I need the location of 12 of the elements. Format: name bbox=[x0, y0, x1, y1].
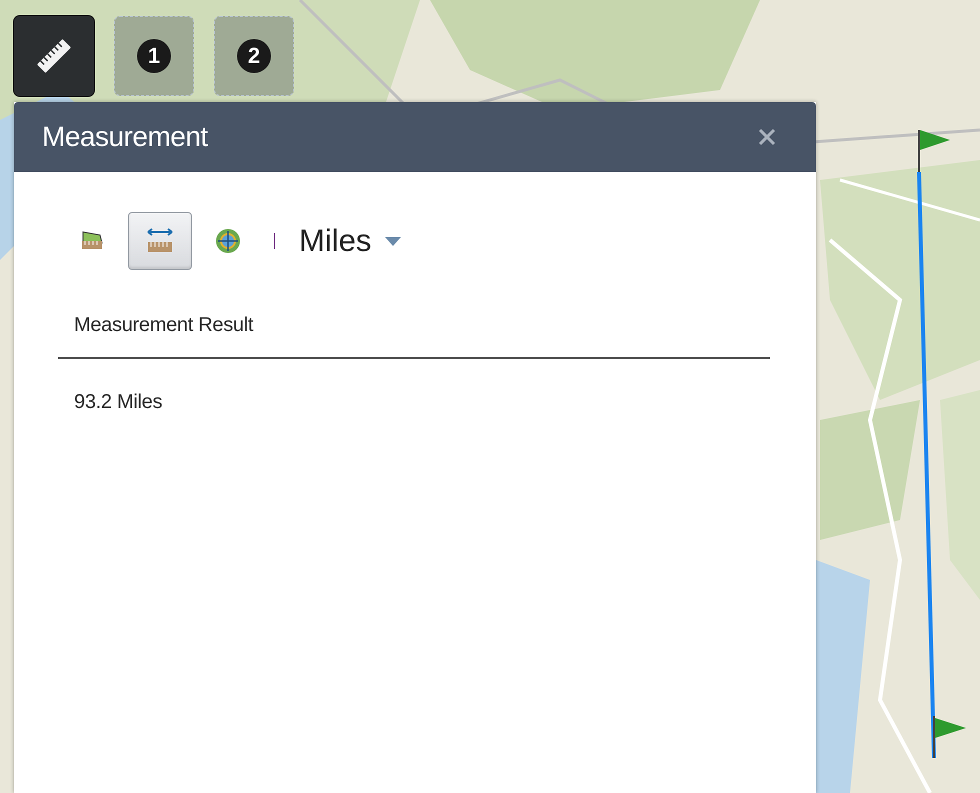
globe-crosshair-icon bbox=[215, 228, 241, 254]
flag-icon bbox=[933, 716, 966, 758]
bookmark-button[interactable]: 1 bbox=[114, 16, 194, 96]
panel-title: Measurement bbox=[42, 121, 208, 153]
result-heading: Measurement Result bbox=[73, 314, 254, 337]
measure-button[interactable] bbox=[14, 16, 94, 96]
flag-icon bbox=[918, 130, 950, 172]
caret-icon bbox=[385, 236, 402, 246]
bookmark-button[interactable]: 2 bbox=[214, 16, 294, 96]
close-icon[interactable] bbox=[758, 128, 776, 146]
result-value: 93.2 Miles bbox=[73, 391, 164, 414]
unit-dropdown[interactable]: Miles bbox=[299, 223, 402, 259]
